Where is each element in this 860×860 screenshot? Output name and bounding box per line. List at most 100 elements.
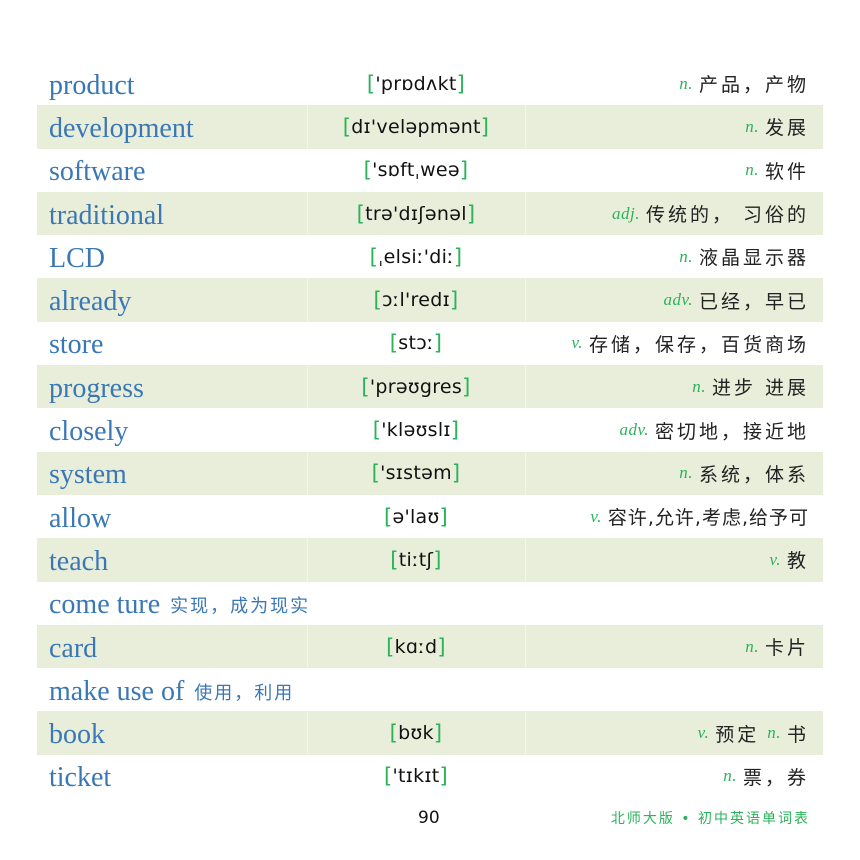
part-of-speech: adv. — [619, 420, 649, 440]
meaning: adv. 已经，早已 — [663, 278, 809, 321]
bracket-close: ] — [433, 721, 443, 746]
meaning: adv. 密切地，接近地 — [619, 408, 809, 451]
phonetic-text: 'sɒftˌweə — [372, 159, 460, 182]
phonetic-text: ˌelsiː'diː — [378, 245, 454, 268]
part-of-speech: n. — [692, 376, 706, 396]
bracket-close: ] — [439, 504, 449, 529]
part-of-speech: v. — [697, 723, 710, 743]
meaning-text: 票，券 — [742, 766, 809, 789]
bracket-close: ] — [433, 331, 443, 356]
meaning: v. 存储，保存，百货商场 — [571, 322, 809, 365]
vocab-row: allow [ə'laʊ] v. 容许,允许,考虑,给予可 — [37, 495, 823, 538]
bracket-close: ] — [437, 634, 446, 659]
word: system — [49, 459, 127, 491]
phonetic-text: stɔː — [398, 332, 434, 355]
bracket-open: [ — [356, 201, 366, 226]
meaning: n. 进步 进展 — [692, 365, 809, 408]
part-of-speech: v. — [769, 549, 781, 569]
book-title: 北师大版 • 初中英语单词表 — [610, 811, 810, 827]
phonetic: [stɔː] — [307, 322, 525, 365]
phonetic: ['sɪstəm] — [307, 452, 525, 495]
part-of-speech: n. — [679, 73, 693, 93]
word: book — [49, 719, 105, 751]
vocab-row: closely ['kləʊslɪ] adv. 密切地，接近地 — [37, 408, 823, 451]
part-of-speech: n. — [745, 636, 759, 656]
vocab-row: traditional [trə'dɪʃənəl] adj. 传统的， 习俗的 — [37, 191, 823, 236]
phrase-text: come ture — [49, 589, 161, 621]
phrase: come ture 实现，成为现实 — [49, 582, 310, 625]
phonetic-text: 'prɒdʌkt — [375, 72, 457, 95]
meaning: n. 软件 — [745, 149, 809, 192]
meaning-text: 发展 — [764, 117, 809, 140]
phrase-meaning: 使用，利用 — [194, 682, 295, 704]
vocab-row: software ['sɒftˌweə] n. 软件 — [37, 149, 823, 192]
phonetic-text: dɪ'veləpmənt — [351, 115, 481, 138]
part-of-speech-2: n. — [767, 723, 781, 743]
phrase-meaning: 实现，成为现实 — [170, 596, 311, 618]
meaning-text: 液晶显示器 — [698, 247, 809, 270]
bracket-close: ] — [449, 288, 459, 313]
word: store — [49, 329, 104, 361]
word: product — [49, 69, 135, 101]
part-of-speech: n. — [679, 246, 693, 266]
vocab-row: product ['prɒdʌkt] n. 产品，产物 — [37, 62, 823, 105]
word: traditional — [49, 199, 165, 231]
meaning-text: 进步 进展 — [711, 377, 809, 400]
part-of-speech: adj. — [611, 203, 640, 223]
bracket-open: [ — [383, 764, 393, 789]
phonetic-text: 'prəʊgres — [369, 375, 463, 398]
phonetic: [trə'dɪʃənəl] — [307, 192, 525, 235]
phonetic-text: ɔːl'redɪ — [382, 289, 450, 312]
word: card — [49, 632, 98, 664]
meaning-text: 密切地，接近地 — [654, 420, 809, 443]
part-of-speech: n. — [745, 116, 759, 136]
phonetic: [bʊk] — [307, 711, 525, 754]
word: closely — [49, 416, 129, 448]
word: development — [49, 112, 194, 144]
phonetic: ['tɪkɪt] — [307, 755, 525, 798]
bracket-open: [ — [366, 71, 376, 96]
vocab-row: ticket ['tɪkɪt] n. 票，券 — [37, 755, 823, 798]
meaning-text: 教 — [786, 550, 809, 573]
phonetic: [ə'laʊ] — [307, 495, 525, 538]
meaning-text: 产品，产物 — [698, 74, 809, 97]
phonetic-text: 'kləʊslɪ — [381, 419, 451, 442]
vocabulary-table: product ['prɒdʌkt] n. 产品，产物 development [… — [37, 62, 823, 798]
phonetic: [dɪ'veləpmənt] — [307, 105, 525, 148]
phonetic: ['prəʊgres] — [307, 365, 525, 408]
phrase-text: make use of — [49, 675, 185, 707]
part-of-speech: adv. — [663, 290, 693, 310]
word: LCD — [49, 242, 105, 274]
bracket-close: ] — [462, 374, 471, 399]
page-number: 90 — [418, 808, 440, 828]
phonetic: ['sɒftˌweə] — [307, 149, 525, 192]
bracket-open: [ — [389, 331, 399, 356]
bracket-close: ] — [466, 201, 476, 226]
vocab-row: already [ɔːl'redɪ] adv. 已经，早已 — [37, 278, 823, 323]
word: already — [49, 286, 132, 318]
meaning: n. 发展 — [745, 105, 809, 148]
bracket-open: [ — [389, 721, 399, 746]
word: software — [49, 156, 146, 188]
meaning-text: 传统的， 习俗的 — [645, 204, 809, 227]
meaning: n. 票，券 — [723, 755, 809, 798]
bracket-open: [ — [361, 374, 370, 399]
meaning: adj. 传统的， 习俗的 — [612, 192, 809, 235]
bracket-open: [ — [390, 547, 399, 572]
bracket-close: ] — [451, 461, 461, 486]
vocab-row: progress ['prəʊgres] n. 进步 进展 — [37, 365, 823, 409]
bracket-close: ] — [459, 158, 469, 183]
bracket-open: [ — [363, 158, 373, 183]
meaning: n. 产品，产物 — [679, 62, 809, 105]
phonetic: [ˌelsiː'diː] — [307, 235, 525, 278]
vocab-row: card [kɑːd] n. 卡片 — [37, 624, 823, 669]
phonetic: ['prɒdʌkt] — [307, 62, 525, 105]
meaning: n. 液晶显示器 — [679, 235, 809, 278]
meaning-text: 系统，体系 — [698, 463, 809, 486]
meaning: n. 系统，体系 — [679, 452, 809, 495]
word: teach — [49, 545, 109, 577]
phonetic: [kɑːd] — [307, 625, 525, 668]
phonetic: ['kləʊslɪ] — [307, 408, 525, 451]
meaning-text: 卡片 — [764, 637, 809, 659]
bracket-close: ] — [450, 418, 460, 443]
